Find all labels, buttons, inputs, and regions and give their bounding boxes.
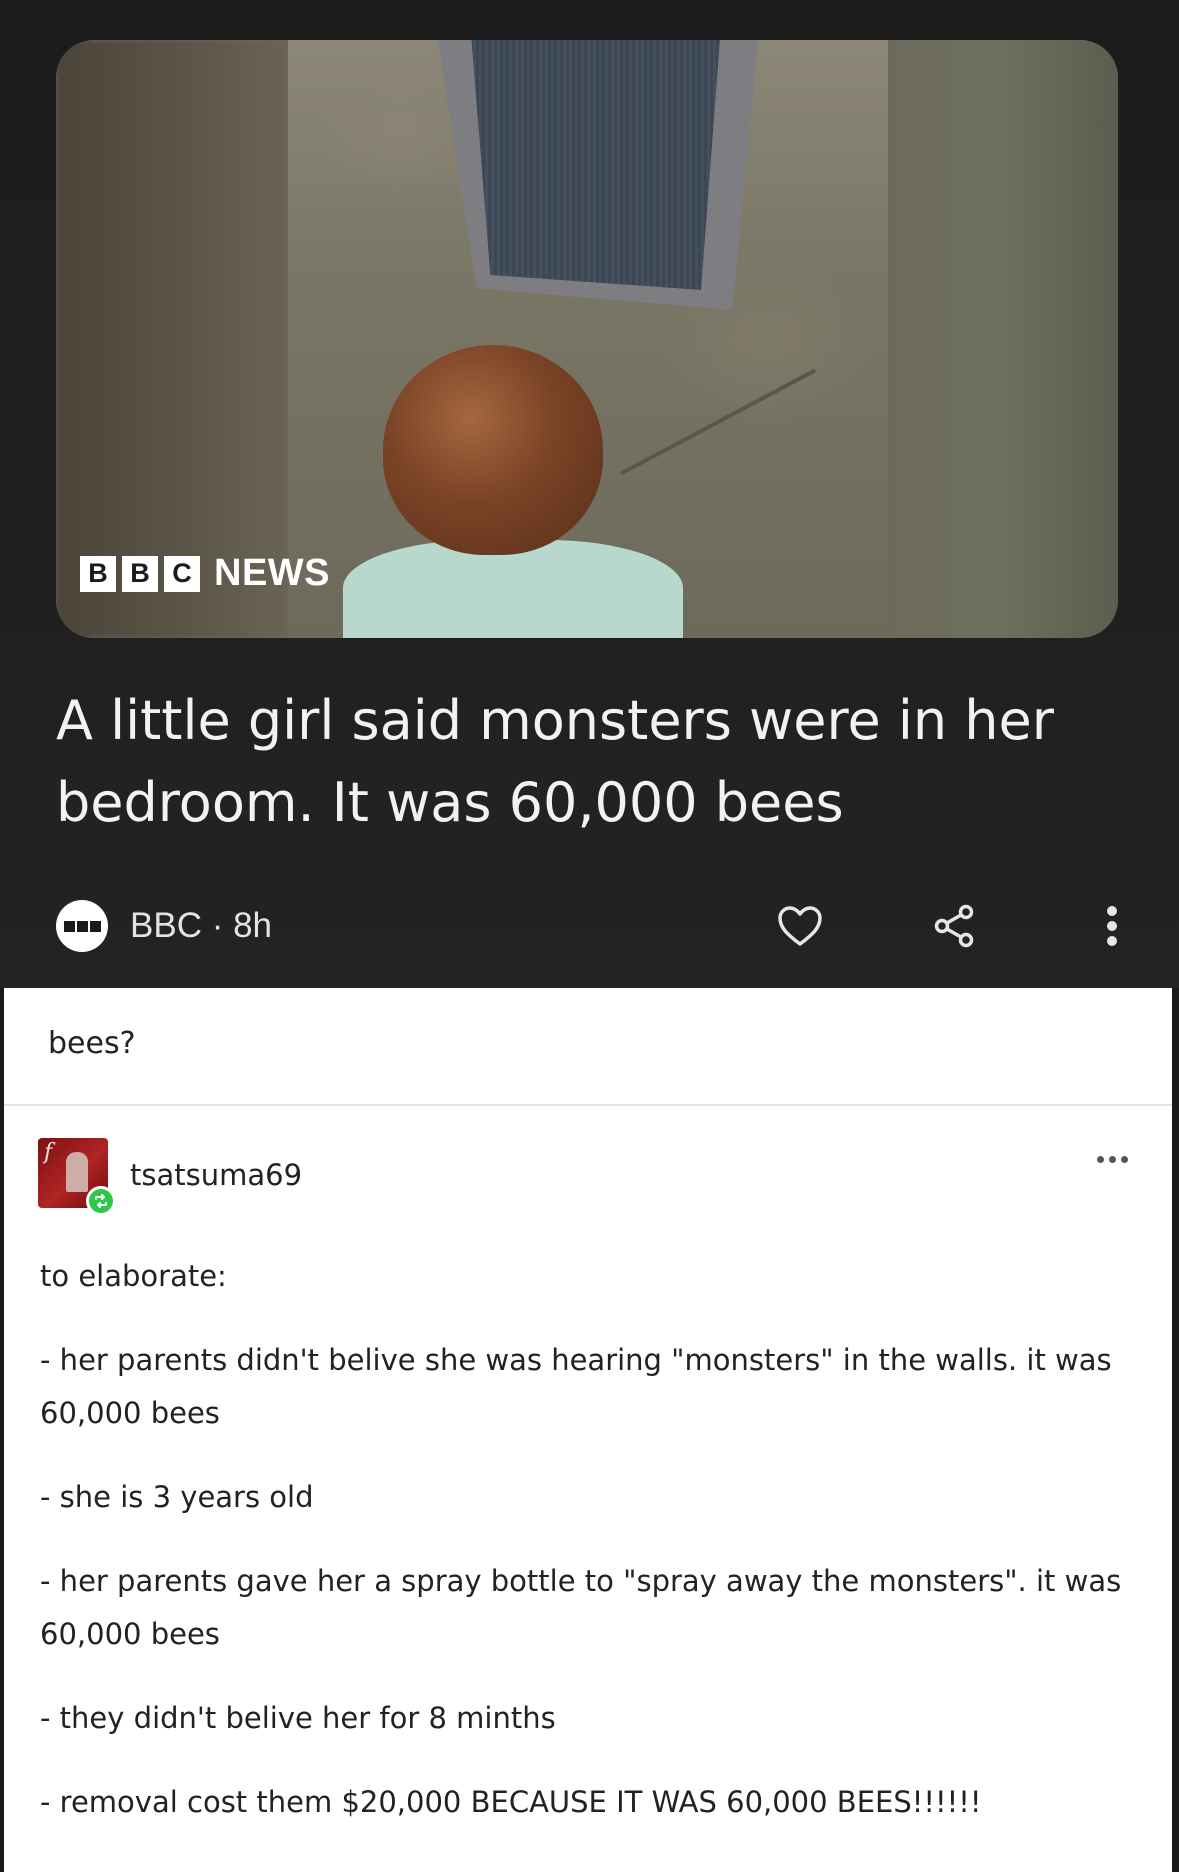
bbc-logo-block: C	[164, 555, 200, 592]
post-paragraph: - her parents didn't belive she was hear…	[40, 1343, 1112, 1430]
bbc-news-logo: B B C NEWS	[80, 552, 330, 595]
news-actions	[772, 898, 1126, 954]
more-vertical-icon[interactable]	[1098, 898, 1126, 954]
photo-child-hair	[383, 345, 603, 555]
photo-stone-crack	[619, 368, 817, 476]
news-photo	[288, 40, 888, 638]
reblog-comment: bees?	[48, 1026, 136, 1061]
post-body: to elaborate: - her parents didn't beliv…	[40, 1250, 1130, 1860]
more-horizontal-icon[interactable]	[1097, 1156, 1128, 1163]
bbc-logo-block: B	[122, 555, 158, 592]
thumbnail-blur-right	[888, 40, 1118, 638]
share-icon[interactable]	[926, 898, 982, 954]
tumblr-post: bees? f tsatsuma69 to elaborate: - her p…	[4, 988, 1172, 1872]
post-username[interactable]: tsatsuma69	[130, 1158, 302, 1192]
thumbnail-blur-left	[56, 40, 288, 638]
bbc-source-icon	[56, 900, 108, 952]
heart-icon[interactable]	[772, 898, 828, 954]
reblog-icon	[86, 1186, 116, 1216]
news-thumbnail[interactable]: B B C NEWS	[56, 40, 1118, 638]
photo-child-shirt	[343, 540, 683, 638]
post-paragraph: - removal cost them $20,000 BECAUSE IT W…	[40, 1785, 982, 1819]
post-paragraph: to elaborate:	[40, 1259, 227, 1293]
avatar[interactable]: f	[38, 1138, 116, 1216]
post-paragraph: - her parents gave her a spray bottle to…	[40, 1564, 1122, 1651]
avatar-f-glyph: f	[44, 1140, 53, 1165]
bbc-logo-block: B	[80, 555, 116, 592]
post-divider	[4, 1104, 1172, 1106]
news-source-label: BBC · 8h	[130, 906, 272, 945]
bbc-logo-word: NEWS	[214, 552, 330, 594]
avatar-figure	[66, 1152, 88, 1192]
news-headline[interactable]: A little girl said monsters were in her …	[56, 680, 1116, 844]
post-paragraph: - they didn't belive her for 8 minths	[40, 1701, 556, 1735]
post-paragraph: - she is 3 years old	[40, 1480, 314, 1514]
photo-vent-screen	[471, 40, 720, 290]
news-source-row: BBC · 8h	[56, 898, 1126, 954]
news-card[interactable]: B B C NEWS A little girl said monsters w…	[0, 0, 1179, 988]
